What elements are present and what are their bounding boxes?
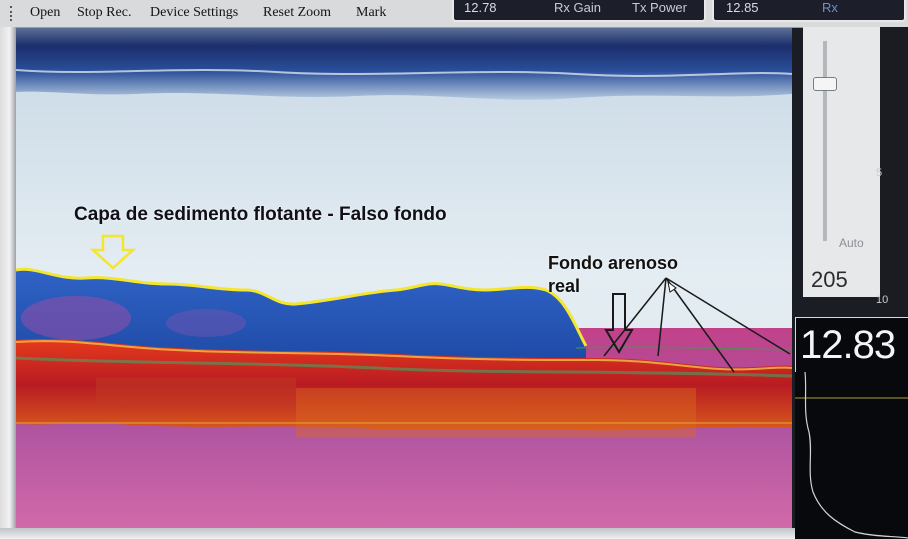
echogram-display[interactable] (16, 28, 792, 528)
toolbar-grip[interactable] (10, 6, 15, 21)
scale-tick-10: 10 (876, 294, 889, 306)
rx-label: Rx (822, 0, 838, 15)
rx-gain-label: Rx Gain (554, 0, 601, 15)
photo-frame-left (0, 27, 16, 539)
menu-reset-zoom[interactable]: Reset Zoom (263, 5, 331, 21)
bottom-scatter (296, 388, 696, 438)
gain-value: 205 (811, 267, 848, 292)
gain-slider-track[interactable] (823, 41, 827, 241)
bottom-scatter (96, 378, 296, 408)
menu-bar: Open Stop Rec. Device Settings Reset Zoo… (0, 0, 908, 28)
menu-mark[interactable]: Mark (356, 5, 386, 21)
echosounder-window: Open Stop Rec. Device Settings Reset Zoo… (0, 0, 908, 539)
real-bottom-annotation-line2: real (548, 276, 581, 296)
depth-readout-box: 12.83 (795, 317, 908, 373)
gain-slider-panel: Auto 205 (803, 27, 880, 297)
menu-open[interactable]: Open (30, 5, 60, 21)
photo-frame-bottom (0, 528, 795, 539)
tx-power-label: Tx Power (632, 0, 687, 15)
false-bottom-annotation: Capa de sedimento flotante - Falso fondo (74, 204, 447, 225)
real-bottom-annotation: Fondo arenoso (548, 253, 678, 273)
gain-power-panel: 12.78 Rx Gain Tx Power (452, 0, 706, 22)
surface-noise-band (16, 28, 792, 100)
sediment-pocket (21, 296, 131, 340)
depth-value: 12.83 (800, 323, 896, 367)
gain-slider-thumb[interactable] (813, 77, 837, 91)
depth-readout-1: 12.78 (464, 0, 497, 15)
secondary-panel: 12.85 Rx (712, 0, 906, 22)
auto-gain-label[interactable]: Auto (839, 236, 864, 250)
scale-tick-5: 5 (876, 167, 883, 179)
sediment-pocket (166, 309, 246, 337)
menu-stop-rec[interactable]: Stop Rec. (77, 5, 131, 21)
menu-device-settings[interactable]: Device Settings (150, 5, 238, 21)
depth-readout-2: 12.85 (726, 0, 759, 15)
signal-trace (795, 372, 908, 539)
